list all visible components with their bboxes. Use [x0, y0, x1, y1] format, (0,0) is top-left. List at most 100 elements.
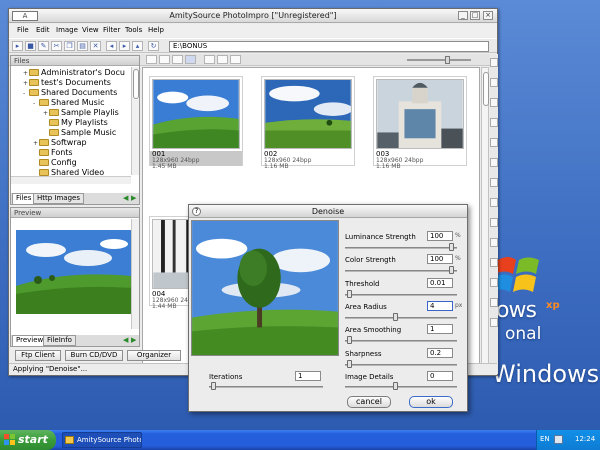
- thumbnail-card[interactable]: 001 128x960 24bpp 1.45 MB: [149, 76, 243, 170]
- menu-edit[interactable]: Edit: [36, 26, 50, 34]
- tree-item[interactable]: + Softwrap: [33, 138, 87, 148]
- color-strength-input[interactable]: 100: [427, 254, 453, 264]
- area-radius-slider[interactable]: [345, 317, 457, 319]
- close-button[interactable]: ×: [483, 11, 493, 20]
- maximize-button[interactable]: □: [470, 11, 480, 20]
- tab-files[interactable]: Files: [12, 193, 36, 204]
- refresh-icon[interactable]: ↻: [148, 41, 159, 51]
- luminance-strength-thumb[interactable]: [448, 243, 454, 251]
- area-smoothing-slider[interactable]: [345, 340, 457, 342]
- files-scrollbar[interactable]: [131, 67, 139, 175]
- large-icons-view-icon[interactable]: [185, 55, 196, 64]
- side-tool-icon[interactable]: [490, 158, 498, 167]
- color-strength-thumb[interactable]: [448, 266, 454, 274]
- zoom-slider-thumb[interactable]: [445, 56, 450, 64]
- side-tool-icon[interactable]: [490, 138, 498, 147]
- tab-fileinfo[interactable]: FileInfo: [43, 335, 76, 346]
- area-smoothing-input[interactable]: 1: [427, 324, 453, 334]
- iterations-thumb[interactable]: [211, 382, 217, 390]
- ok-button[interactable]: ok: [409, 396, 453, 408]
- side-tool-icon[interactable]: [490, 118, 498, 127]
- iterations-input[interactable]: 1: [295, 371, 321, 381]
- forward-icon[interactable]: ▸: [119, 41, 130, 51]
- thumbnail-card[interactable]: 002 128x960 24bpp 1.16 MB: [261, 76, 355, 170]
- next-tab-icon[interactable]: ▶: [131, 194, 136, 202]
- next-tab-icon[interactable]: ▶: [131, 336, 136, 344]
- help-icon[interactable]: ?: [192, 207, 201, 216]
- title-bar[interactable]: A AmitySource PhotoImpro ["Unregistered"…: [9, 9, 497, 23]
- list-view-icon[interactable]: [159, 55, 170, 64]
- side-tool-icon[interactable]: [490, 178, 498, 187]
- slideshow-icon[interactable]: [230, 55, 241, 64]
- side-tool-icon[interactable]: [490, 98, 498, 107]
- menu-file[interactable]: File: [17, 26, 29, 34]
- luminance-strength-slider[interactable]: [345, 247, 457, 249]
- sharpness-slider[interactable]: [345, 364, 457, 366]
- tab-preview[interactable]: Preview: [12, 335, 48, 346]
- open-folder-icon[interactable]: ▸: [12, 41, 23, 51]
- menu-view[interactable]: View: [82, 26, 99, 34]
- burn-cd-dvd-button[interactable]: Burn CD/DVD: [65, 350, 123, 361]
- area-radius-input[interactable]: 4: [427, 301, 453, 311]
- luminance-strength-input[interactable]: 100: [427, 231, 453, 241]
- copy-icon[interactable]: ❐: [64, 41, 75, 51]
- side-tool-icon[interactable]: [490, 78, 498, 87]
- side-tool-icon[interactable]: [490, 218, 498, 227]
- tree-item[interactable]: + Sample Playlis: [43, 108, 119, 118]
- menu-image[interactable]: Image: [56, 26, 78, 34]
- tree-item[interactable]: - Shared Documents: [23, 88, 117, 98]
- organizer-button[interactable]: Organizer: [127, 350, 181, 361]
- side-tool-icon[interactable]: [490, 298, 498, 307]
- back-icon[interactable]: ◂: [106, 41, 117, 51]
- files-hscrollbar[interactable]: [11, 176, 131, 184]
- files-scroll-thumb[interactable]: [133, 69, 139, 99]
- prev-tab-icon[interactable]: ◀: [123, 336, 128, 344]
- delete-icon[interactable]: ✕: [90, 41, 101, 51]
- menu-filter[interactable]: Filter: [103, 26, 120, 34]
- side-tool-icon[interactable]: [490, 58, 498, 67]
- sort-icon[interactable]: [204, 55, 215, 64]
- start-button[interactable]: start: [0, 430, 56, 450]
- sharpness-thumb[interactable]: [347, 360, 353, 368]
- filter-view-icon[interactable]: [217, 55, 228, 64]
- thumbnail-scroll-thumb[interactable]: [483, 72, 489, 106]
- zoom-slider-track[interactable]: [407, 59, 471, 61]
- sharpness-input[interactable]: 0.2: [427, 348, 453, 358]
- menu-tools[interactable]: Tools: [125, 26, 142, 34]
- color-strength-slider[interactable]: [345, 270, 457, 272]
- save-icon[interactable]: ■: [25, 41, 36, 51]
- dialog-title[interactable]: Denoise: [189, 205, 467, 218]
- area-smoothing-thumb[interactable]: [347, 336, 353, 344]
- tab-http-images[interactable]: Http Images: [33, 193, 84, 204]
- tree-item[interactable]: + Administrator's Docu: [23, 68, 125, 78]
- threshold-input[interactable]: 0.01: [427, 278, 453, 288]
- tree-item[interactable]: + test's Documents: [23, 78, 111, 88]
- prev-tab-icon[interactable]: ◀: [123, 194, 128, 202]
- thumbnail-view-icon[interactable]: [146, 55, 157, 64]
- taskbar-app-button[interactable]: AmitySource PhotoIm...: [62, 432, 142, 448]
- threshold-slider[interactable]: [345, 294, 457, 296]
- up-folder-icon[interactable]: ▴: [132, 41, 143, 51]
- side-tool-icon[interactable]: [490, 258, 498, 267]
- tree-item[interactable]: Shared Video: [33, 168, 104, 176]
- tray-app-icon[interactable]: [554, 435, 563, 444]
- path-input[interactable]: E:\BONUS: [169, 41, 489, 52]
- tree-item[interactable]: Config: [33, 158, 77, 168]
- tree-item[interactable]: - Shared Music: [33, 98, 104, 108]
- image-details-input[interactable]: 0: [427, 371, 453, 381]
- area-radius-thumb[interactable]: [393, 313, 399, 321]
- thumbnail-card[interactable]: 003 128x960 24bpp 1.16 MB: [373, 76, 467, 170]
- side-tool-icon[interactable]: [490, 198, 498, 207]
- minimize-button[interactable]: _: [458, 11, 468, 20]
- tree-item[interactable]: My Playlists: [43, 118, 108, 128]
- language-indicator[interactable]: EN: [540, 435, 550, 443]
- side-tool-icon[interactable]: [490, 278, 498, 287]
- menu-help[interactable]: Help: [148, 26, 164, 34]
- edit-icon[interactable]: ✎: [38, 41, 49, 51]
- image-details-slider[interactable]: [345, 386, 457, 388]
- side-tool-icon[interactable]: [490, 318, 498, 327]
- thumbnail-scrollbar[interactable]: [481, 67, 489, 365]
- ftp-client-button[interactable]: Ftp Client: [15, 350, 61, 361]
- cut-icon[interactable]: ✂: [51, 41, 62, 51]
- tree-item[interactable]: Fonts: [33, 148, 73, 158]
